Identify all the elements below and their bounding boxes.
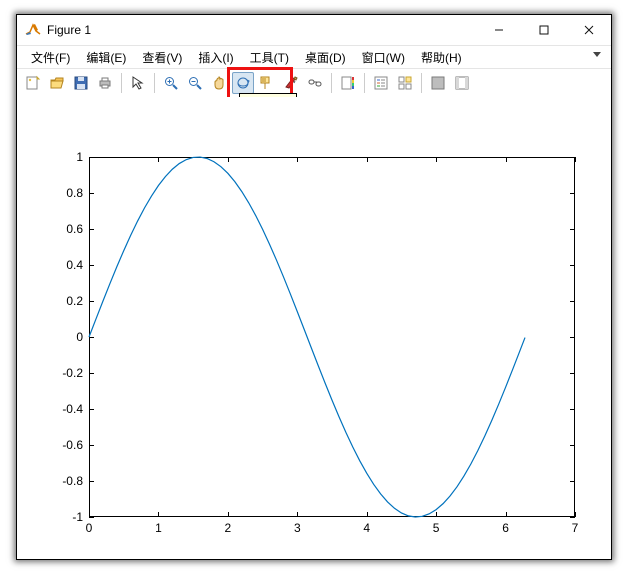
- titlebar: Figure 1: [17, 15, 611, 46]
- open-icon[interactable]: [46, 72, 68, 94]
- new-figure-icon[interactable]: [22, 72, 44, 94]
- toolbar-separator: [154, 73, 155, 93]
- toolbar-separator: [364, 73, 365, 93]
- menu-insert[interactable]: 插入(I): [190, 47, 241, 68]
- save-icon[interactable]: [70, 72, 92, 94]
- toolbar-separator: [421, 73, 422, 93]
- brush-icon[interactable]: [280, 72, 302, 94]
- toolbar: 三维旋转: [17, 69, 611, 97]
- matlab-icon: [25, 22, 41, 38]
- menu-edit[interactable]: 编辑(E): [78, 47, 134, 68]
- toolbar-separator: [331, 73, 332, 93]
- link-data-icon[interactable]: [304, 72, 326, 94]
- menubar: 文件(F) 编辑(E) 查看(V) 插入(I) 工具(T) 桌面(D) 窗口(W…: [17, 46, 611, 69]
- menu-view[interactable]: 查看(V): [134, 47, 190, 68]
- series-line: [89, 157, 525, 517]
- app-window: Figure 1 文件(F) 编辑(E) 查看(V) 插入(I) 工具(T): [16, 14, 612, 560]
- zoom-in-icon[interactable]: [160, 72, 182, 94]
- data-cursor-icon[interactable]: [256, 72, 278, 94]
- insert-legend-icon[interactable]: [370, 72, 392, 94]
- pan-icon[interactable]: [208, 72, 230, 94]
- show-plot-tools-icon[interactable]: [451, 72, 473, 94]
- close-button[interactable]: [566, 15, 611, 45]
- window-title: Figure 1: [47, 23, 91, 37]
- edit-plot-arrow-icon[interactable]: [127, 72, 149, 94]
- hide-plot-tools-icon[interactable]: [427, 72, 449, 94]
- zoom-out-icon[interactable]: [184, 72, 206, 94]
- plot-area: -1-0.8-0.6-0.4-0.200.20.40.60.8101234567: [17, 97, 611, 559]
- maximize-button[interactable]: [521, 15, 566, 45]
- menu-window[interactable]: 窗口(W): [354, 47, 413, 68]
- menu-tools[interactable]: 工具(T): [242, 47, 297, 68]
- menu-desktop[interactable]: 桌面(D): [297, 47, 354, 68]
- new-subplot-icon[interactable]: [394, 72, 416, 94]
- rotate-3d-icon[interactable]: [232, 72, 254, 94]
- toolbar-separator: [121, 73, 122, 93]
- menu-file[interactable]: 文件(F): [23, 47, 78, 68]
- axes-svg: [17, 97, 585, 527]
- minimize-button[interactable]: [476, 15, 521, 45]
- print-icon[interactable]: [94, 72, 116, 94]
- insert-colorbar-icon[interactable]: [337, 72, 359, 94]
- menubar-overflow-icon[interactable]: [593, 52, 601, 57]
- menu-help[interactable]: 帮助(H): [413, 47, 470, 68]
